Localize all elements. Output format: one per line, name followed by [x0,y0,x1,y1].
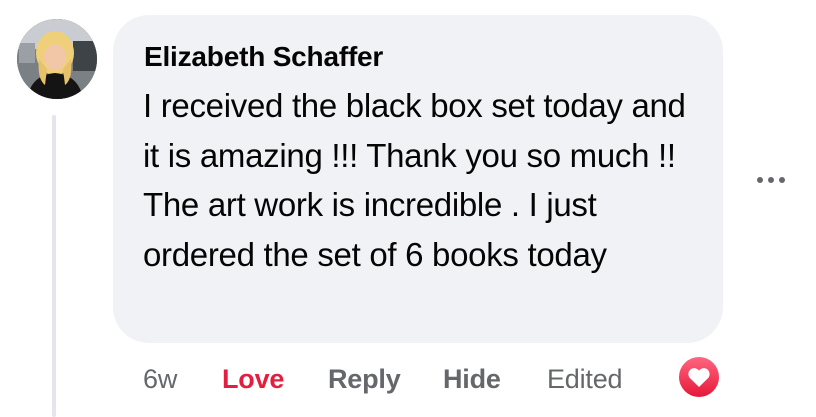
edited-label[interactable]: Edited [547,358,623,400]
author-name[interactable]: Elizabeth Schaffer [144,41,383,73]
reply-button[interactable]: Reply [328,358,401,400]
comment-text: I received the black box set today and i… [143,87,686,273]
reaction-badge[interactable] [676,354,722,400]
more-dot-icon [768,177,774,183]
more-dot-icon [757,177,763,183]
love-button[interactable]: Love [222,358,284,400]
avatar[interactable] [17,19,97,99]
heart-icon [688,368,710,387]
avatar-photo [17,19,97,99]
more-options-button[interactable] [748,160,794,200]
hide-button[interactable]: Hide [443,358,501,400]
timestamp-link[interactable]: 6w [143,358,177,400]
heart-reaction-icon [679,357,719,397]
comment-bubble: Elizabeth Schaffer I received the black … [113,15,723,343]
more-dot-icon [779,177,785,183]
